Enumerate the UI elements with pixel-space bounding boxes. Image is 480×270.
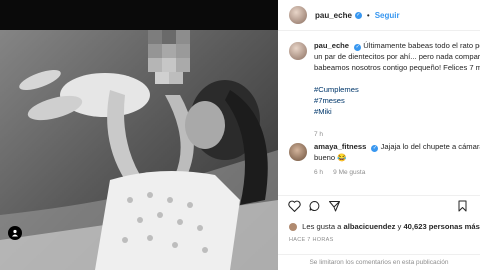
likes-summary: Les gusta a albacicuendez y 40,623 perso…: [289, 222, 480, 231]
comment-text-2: bueno 😂: [314, 153, 347, 162]
liker-username[interactable]: albacicuendez: [344, 222, 396, 231]
caption-username[interactable]: pau_eche: [314, 41, 349, 50]
photo-image: [0, 0, 278, 270]
liker-avatar: [289, 223, 297, 231]
hashtag-miki[interactable]: #Miki: [314, 106, 480, 117]
caption-line-1: Últimamente babeas todo el rato pq: [363, 41, 480, 50]
heart-icon[interactable]: [288, 200, 301, 215]
comments-limited-notice: Se limitaron los comentarios en esta pub…: [278, 254, 480, 270]
hashtag-cumplemes[interactable]: #Cumplemes: [314, 84, 480, 95]
comment-likes[interactable]: 9 Me gusta: [333, 169, 365, 176]
comment: amaya_fitness ✓ Jajaja lo del chupete a …: [314, 141, 480, 178]
comment-verified-icon: ✓: [371, 145, 379, 152]
author-username[interactable]: pau_eche: [315, 11, 352, 20]
caption: pau_eche ✓ Últimamente babeas todo el ra…: [314, 40, 480, 140]
follow-button[interactable]: Seguir: [375, 11, 400, 20]
user-tag-icon[interactable]: [8, 226, 22, 240]
post-panel: pau_eche ✓ • Seguir pau_eche ✓ Últimamen…: [278, 0, 480, 270]
share-icon[interactable]: [328, 200, 341, 215]
post-header: pau_eche ✓ • Seguir: [278, 0, 480, 31]
post-photo[interactable]: [0, 0, 278, 270]
likes-prefix: Les gusta a: [302, 222, 344, 231]
caption-line-2: un par de dientecitos por ahí... pero na…: [314, 52, 480, 61]
action-bar: [278, 195, 480, 218]
caption-avatar[interactable]: [289, 42, 307, 60]
caption-line-3: babeamos nosotros contigo pequeño! Felic…: [314, 63, 480, 72]
caption-spacer-2: [314, 117, 480, 128]
separator-dot: •: [366, 10, 370, 20]
caption-time[interactable]: 7 h: [314, 131, 323, 138]
bookmark-icon[interactable]: [457, 200, 468, 215]
caption-verified-icon: ✓: [354, 44, 362, 51]
comments-area: pau_eche ✓ Últimamente babeas todo el ra…: [278, 31, 480, 211]
comment-username[interactable]: amaya_fitness: [314, 142, 366, 151]
hashtag-7meses[interactable]: #7meses: [314, 95, 480, 106]
commenter-avatar[interactable]: [289, 143, 307, 161]
comment-text-1: Jajaja lo del chupete a cámara le: [380, 142, 480, 151]
likes-count[interactable]: 40,623 personas más: [403, 222, 479, 231]
author-avatar[interactable]: [289, 6, 307, 24]
comment-time[interactable]: 6 h: [314, 169, 323, 176]
comment-icon[interactable]: [308, 200, 321, 215]
post-time-ago[interactable]: HACE 7 HORAS: [289, 237, 334, 243]
verified-icon: ✓: [354, 11, 362, 19]
